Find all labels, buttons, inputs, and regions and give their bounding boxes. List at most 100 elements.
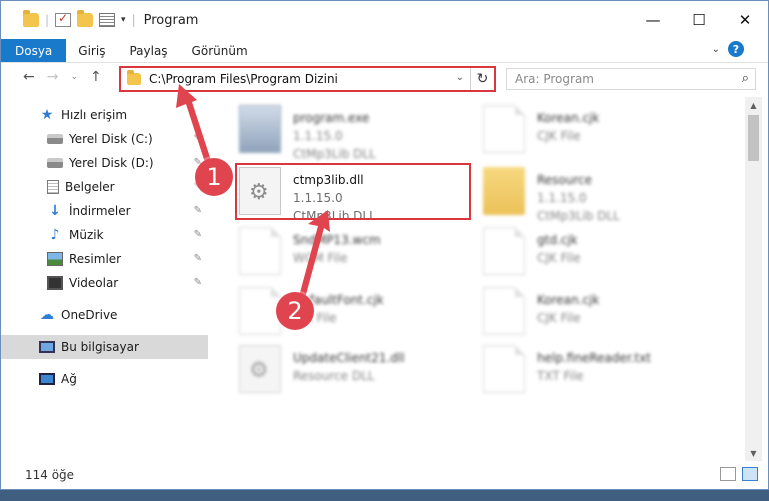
explorer-window: | ▾ | Program — ☐ ✕ Dosya Giriş Paylaş G… (0, 0, 769, 490)
file-list: program.exe 1.1.15.0 CtMp3Lib DLL Korean.c… (211, 97, 745, 461)
music-note-icon: ♪ (50, 227, 60, 243)
up-arrow-icon[interactable]: ↑ (90, 69, 102, 85)
window-title: Program (143, 12, 199, 28)
search-icon[interactable]: ⌕ (742, 71, 749, 86)
details-view-icon[interactable] (720, 467, 736, 481)
sidebar-item-label: Müzik (69, 228, 104, 242)
sidebar-item-music[interactable]: ♪ Müzik ✎ (1, 223, 208, 247)
forward-arrow-icon[interactable]: → (47, 69, 59, 85)
pin-icon[interactable]: ✎ (194, 229, 202, 240)
sidebar-item-local-disk-c[interactable]: Yerel Disk (C:) ✎ (1, 127, 208, 151)
item-count: 114 öğe (25, 468, 75, 482)
sidebar-item-documents[interactable]: Belgeler ✎ (1, 175, 208, 199)
file-name: Korean.cjk (537, 111, 600, 125)
sidebar-item-videos[interactable]: Videolar ✎ (1, 271, 208, 295)
tab-share[interactable]: Paylaş (117, 39, 179, 62)
file-item[interactable]: ⚙ UpdateClient21.dll Resource DLL (239, 343, 489, 399)
file-name: program.exe (293, 111, 370, 125)
status-bar: 114 öğe (1, 461, 768, 489)
properties-check-icon[interactable] (55, 11, 72, 27)
file-detail: CJK File (537, 311, 581, 325)
refresh-icon[interactable]: ↻ (470, 68, 494, 90)
minimize-button[interactable]: — (630, 1, 676, 39)
file-name: Resource (537, 173, 593, 187)
file-detail: CJK File (537, 251, 581, 265)
customize-icon[interactable] (99, 13, 116, 27)
step-badge-1: 1 (195, 158, 233, 196)
ribbon-tabs: Dosya Giriş Paylaş Görünüm ⌄ ? (1, 39, 768, 63)
network-icon (39, 373, 55, 385)
close-button[interactable]: ✕ (722, 1, 768, 39)
file-detail: 1.1.15.0 (537, 191, 587, 205)
selected-file-highlight (235, 163, 471, 220)
file-item[interactable]: help.fineReader.txt TXT File (483, 343, 733, 399)
file-icon (483, 227, 525, 275)
sidebar-item-label: Videolar (69, 276, 119, 290)
sidebar-item-quick-access[interactable]: ★ Hızlı erişim (1, 103, 208, 127)
sidebar-item-downloads[interactable]: ↓ İndirmeler ✎ (1, 199, 208, 223)
navigation-pane: ★ Hızlı erişim Yerel Disk (C:) ✎ Yerel D… (1, 97, 211, 461)
search-box[interactable]: ⌕ (506, 68, 756, 90)
tab-view[interactable]: Görünüm (180, 39, 260, 62)
sidebar-item-this-pc[interactable]: Bu bilgisayar (1, 335, 208, 359)
sidebar-item-label: Hızlı erişim (61, 108, 128, 122)
file-item[interactable]: program.exe 1.1.15.0 CtMp3Lib DLL (239, 103, 489, 161)
document-icon (47, 180, 59, 194)
tab-file[interactable]: Dosya (1, 39, 67, 62)
back-arrow-icon[interactable]: ← (23, 69, 35, 85)
sidebar-item-pictures[interactable]: Resimler ✎ (1, 247, 208, 271)
view-toggle (720, 467, 758, 481)
step-badge-2: 2 (276, 292, 314, 330)
star-icon: ★ (40, 107, 54, 123)
sidebar-item-onedrive[interactable]: ☁ OneDrive (1, 303, 208, 327)
pin-icon[interactable]: ✎ (194, 253, 202, 264)
sidebar-item-label: Bu bilgisayar (61, 340, 139, 354)
vertical-scrollbar[interactable]: ▲ ▼ (745, 97, 762, 461)
dll-file-icon: ⚙ (239, 345, 281, 393)
scroll-thumb[interactable] (748, 115, 759, 161)
address-path[interactable]: C:\Program Files\Program Dizini (149, 72, 338, 86)
folder-icon (127, 70, 141, 85)
file-item[interactable]: Resource 1.1.15.0 CtMp3Lib DLL (483, 165, 733, 223)
pin-icon[interactable]: ✎ (194, 205, 202, 216)
file-detail: TXT File (537, 369, 584, 383)
file-detail: WCM File (293, 251, 348, 265)
file-name: SndMP13.wcm (293, 233, 381, 247)
file-item[interactable]: SndMP13.wcm WCM File (239, 225, 489, 281)
chevron-down-icon[interactable]: ▾ (121, 15, 126, 25)
folder-icon (483, 167, 525, 215)
sidebar-item-network[interactable]: Ağ (1, 367, 208, 391)
scroll-up-icon[interactable]: ▲ (745, 97, 762, 113)
file-icon (483, 345, 525, 393)
scroll-down-icon[interactable]: ▼ (745, 445, 762, 461)
tiles-view-icon[interactable] (742, 467, 758, 481)
expand-ribbon-icon[interactable]: ⌄ (712, 44, 720, 55)
computer-icon (39, 341, 55, 353)
quick-access-toolbar: | ▾ | (1, 10, 136, 27)
maximize-button[interactable]: ☐ (676, 1, 722, 39)
address-row: ← → ⌄ ↑ C:\Program Files\Program Dizini … (1, 63, 768, 95)
file-name: Korean.cjk (537, 293, 600, 307)
sidebar-item-local-disk-d[interactable]: Yerel Disk (D:) ✎ (1, 151, 208, 175)
file-item[interactable]: Korean.cjk CJK File (483, 285, 733, 341)
file-detail: CJK File (537, 129, 581, 143)
help-icon[interactable]: ? (728, 41, 744, 57)
sidebar-item-label: İndirmeler (69, 204, 131, 218)
new-folder-icon[interactable] (77, 10, 94, 27)
pin-icon[interactable]: ✎ (194, 277, 202, 288)
pin-icon[interactable]: ✎ (194, 133, 202, 144)
sidebar-item-label: Yerel Disk (D:) (69, 156, 154, 170)
address-bar[interactable]: C:\Program Files\Program Dizini ⌄ ↻ (119, 66, 496, 92)
gear-icon: ⚙ (249, 358, 269, 383)
file-item[interactable]: gtd.cjk CJK File (483, 225, 733, 281)
tab-home[interactable]: Giriş (66, 39, 117, 62)
window-controls: — ☐ ✕ (630, 1, 768, 39)
search-input[interactable] (515, 72, 735, 86)
recent-chevron-icon[interactable]: ⌄ (70, 72, 78, 82)
chevron-down-icon[interactable]: ⌄ (456, 72, 464, 83)
sidebar-item-label: Ağ (61, 372, 77, 386)
sidebar-item-label: Resimler (69, 252, 122, 266)
file-item[interactable]: Korean.cjk CJK File (483, 103, 733, 159)
drive-icon (47, 158, 63, 168)
file-icon (483, 105, 525, 153)
